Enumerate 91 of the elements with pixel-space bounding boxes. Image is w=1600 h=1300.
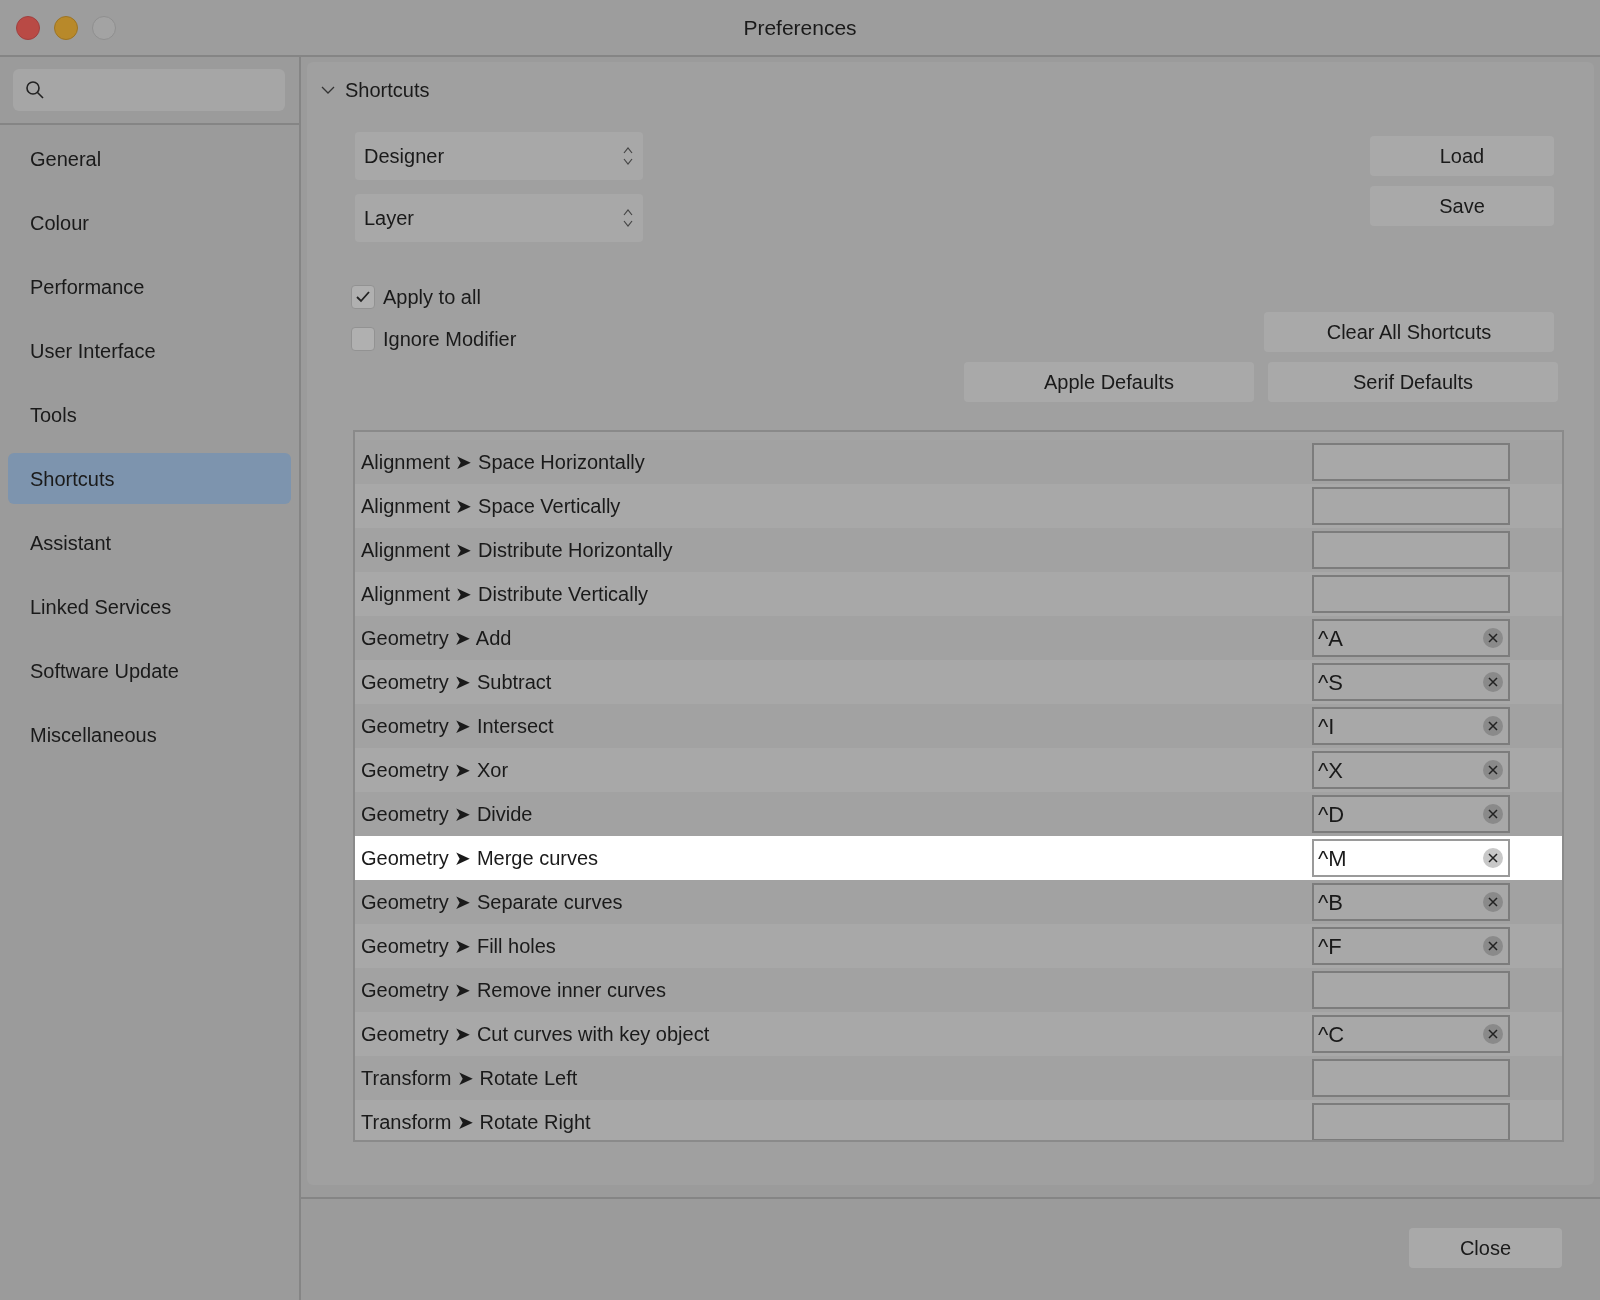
clear-icon[interactable] [1482,715,1504,737]
command-label: Geometry ➤ Cut curves with key object [361,1022,710,1047]
command-label: Alignment ➤ Distribute Vertically [361,582,649,607]
clear-icon[interactable] [1482,627,1504,649]
command-label: Geometry ➤ Separate curves [361,890,623,915]
shortcut-keys: ^I [1318,709,1335,743]
shortcut-row[interactable]: Geometry ➤ Xor ^X [355,748,1562,792]
sidebar-item[interactable]: Colour [8,197,291,248]
dropdown-value: Layer [364,206,415,231]
checkbox-label: Ignore Modifier [383,327,517,352]
stepper-arrows-icon [622,145,634,167]
command-label: Alignment ➤ Distribute Horizontally [361,538,673,563]
command-label: Transform ➤ Rotate Right [361,1110,591,1135]
clear-icon[interactable] [1482,891,1504,913]
shortcut-field[interactable] [1312,575,1510,613]
command-label: Transform ➤ Rotate Left [361,1066,578,1091]
checkbox[interactable] [351,285,375,309]
command-label: Geometry ➤ Merge curves [361,846,599,871]
command-label: Geometry ➤ Subtract [361,670,552,695]
sidebar-item[interactable]: Miscellaneous [8,709,291,760]
checkbox[interactable] [351,327,375,351]
window-title: Preferences [743,14,857,41]
shortcut-keys: ^X [1318,753,1343,787]
search-icon [25,80,45,100]
command-label: Geometry ➤ Add [361,626,512,651]
clear-icon[interactable] [1482,847,1504,869]
save-button[interactable]: Save [1370,186,1554,226]
search-field[interactable] [13,69,285,111]
command-label: Geometry ➤ Remove inner curves [361,978,666,1003]
sidebar-item[interactable]: User Interface [8,325,291,376]
dropdown[interactable]: Designer [355,132,643,180]
shortcut-keys: ^A [1318,621,1343,655]
sidebar-item[interactable]: Linked Services [8,581,291,632]
shortcut-keys: ^S [1318,665,1343,699]
dropdown[interactable]: Layer [355,194,643,242]
command-label: Geometry ➤ Fill holes [361,934,556,959]
shortcut-field[interactable]: ^M [1312,839,1510,877]
dropdown-value: Designer [364,144,445,169]
sidebar-item[interactable]: Software Update [8,645,291,696]
shortcut-field[interactable]: ^C [1312,1015,1510,1053]
shortcut-row[interactable]: Alignment ➤ Space Vertically [355,484,1562,528]
command-label: Geometry ➤ Intersect [361,714,554,739]
shortcut-field[interactable]: ^S [1312,663,1510,701]
close-window-icon[interactable] [16,15,40,40]
sidebar-item[interactable]: General [8,133,291,184]
shortcut-field[interactable]: ^B [1312,883,1510,921]
stepper-arrows-icon [622,207,634,229]
shortcut-field[interactable] [1312,971,1510,1009]
shortcut-field[interactable] [1312,443,1510,481]
command-label: Alignment ➤ Space Horizontally [361,450,645,475]
shortcut-keys: ^C [1318,1017,1345,1051]
sidebar-item[interactable]: Shortcuts [8,453,291,504]
section-header[interactable]: Shortcuts [315,62,430,118]
command-label: Geometry ➤ Divide [361,802,533,827]
shortcut-field[interactable] [1312,1059,1510,1097]
shortcut-field[interactable] [1312,531,1510,569]
apple-defaults-button[interactable]: Apple Defaults [964,362,1254,402]
clear-icon[interactable] [1482,759,1504,781]
shortcut-field[interactable] [1312,1103,1510,1140]
shortcut-field[interactable]: ^A [1312,619,1510,657]
clear-all-shortcuts-button[interactable]: Clear All Shortcuts [1264,312,1554,352]
shortcut-keys: ^M [1318,841,1347,875]
shortcut-row[interactable]: Geometry ➤ Cut curves with key object ^C [355,1012,1562,1056]
serif-defaults-button[interactable]: Serif Defaults [1268,362,1558,402]
close-button[interactable]: Close [1409,1228,1562,1268]
shortcut-field[interactable]: ^I [1312,707,1510,745]
clear-icon[interactable] [1482,803,1504,825]
shortcut-row[interactable]: Geometry ➤ Fill holes ^F [355,924,1562,968]
shortcut-keys: ^B [1318,885,1343,919]
shortcut-row[interactable]: Geometry ➤ Subtract ^S [355,660,1562,704]
checkmark-icon [355,290,371,304]
shortcut-row[interactable]: Geometry ➤ Merge curves ^M [355,836,1562,880]
shortcut-field[interactable]: ^D [1312,795,1510,833]
command-label: Geometry ➤ Xor [361,758,509,783]
clear-icon[interactable] [1482,935,1504,957]
checkbox-label: Apply to all [383,285,481,310]
shortcut-field[interactable]: ^X [1312,751,1510,789]
minimize-window-icon[interactable] [54,15,78,40]
shortcut-field[interactable] [1312,487,1510,525]
shortcut-keys: ^D [1318,797,1345,831]
load-button[interactable]: Load [1370,136,1554,176]
sidebar-item[interactable]: Assistant [8,517,291,568]
sidebar-item[interactable]: Performance [8,261,291,312]
sidebar-item[interactable]: Tools [8,389,291,440]
shortcut-keys: ^F [1318,929,1342,963]
command-label: Alignment ➤ Space Vertically [361,494,621,519]
shortcut-row[interactable]: Alignment ➤ Distribute Vertically [355,572,1562,616]
clear-icon[interactable] [1482,1023,1504,1045]
shortcut-field[interactable]: ^F [1312,927,1510,965]
shortcut-row[interactable]: Transform ➤ Rotate Right [355,1100,1562,1140]
clear-icon[interactable] [1482,671,1504,693]
